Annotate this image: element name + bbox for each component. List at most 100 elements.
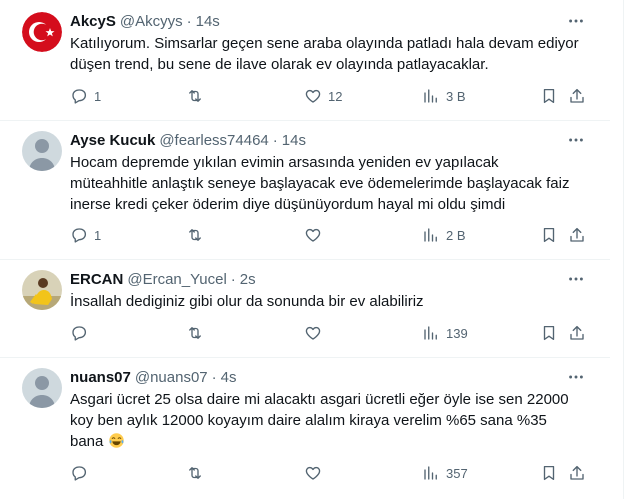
views-button[interactable]: 357 xyxy=(422,463,468,483)
retweet-icon xyxy=(189,467,201,479)
bookmark-button[interactable] xyxy=(540,323,558,343)
reply-thread: AkcyS @Akcyys · 14s Katılıyorum. Simsarl… xyxy=(0,0,624,499)
tweet-ayse-kucuk[interactable]: Ayse Kucuk @fearless74464 · 14s Hocam de… xyxy=(0,121,610,260)
display-name[interactable]: nuans07 xyxy=(70,369,131,386)
tweet-text: İnsallah dediginiz gibi olur da sonunda … xyxy=(70,291,600,312)
tweet-text-line: Hocam depremde yıkılan evimin arsasında … xyxy=(70,154,499,171)
timestamp[interactable]: 14s xyxy=(196,13,220,30)
tweet-text: Asgari ücret 25 olsa daire mi alacaktı a… xyxy=(70,389,600,452)
user-handle[interactable]: @Ercan_Yucel xyxy=(127,271,226,288)
display-name[interactable]: Ayse Kucuk xyxy=(70,132,155,149)
views-chart-icon xyxy=(424,228,437,242)
retweet-icon xyxy=(189,327,201,339)
timestamp[interactable]: 4s xyxy=(221,369,237,386)
tweet-akcys[interactable]: AkcyS @Akcyys · 14s Katılıyorum. Simsarl… xyxy=(0,0,610,121)
tweet-text-line: Asgari ücret 25 olsa daire mi alacaktı a… xyxy=(70,391,569,408)
bookmark-button[interactable] xyxy=(540,463,558,483)
tweet-header: nuans07 @nuans07 · 4s xyxy=(70,367,236,387)
tweet-text-line: müteahhitle anlaştık seneye başlayacak e… xyxy=(70,175,570,192)
reply-count: 1 xyxy=(94,227,102,243)
reply-count: 1 xyxy=(94,88,102,104)
retweet-button[interactable] xyxy=(186,463,210,483)
tweet-actions: 1 12 3 B xyxy=(70,86,590,106)
like-button[interactable] xyxy=(304,323,328,343)
like-button[interactable]: 12 xyxy=(304,86,342,106)
like-button[interactable] xyxy=(304,225,328,245)
avatar[interactable] xyxy=(22,270,62,310)
timestamp[interactable]: 14s xyxy=(282,132,306,149)
avatar[interactable] xyxy=(22,368,62,408)
views-chart-icon xyxy=(424,326,437,340)
separator-dot: · xyxy=(186,12,192,30)
views-count: 139 xyxy=(446,325,468,341)
separator-dot: · xyxy=(230,270,236,288)
reply-icon xyxy=(72,466,87,481)
share-icon xyxy=(570,325,584,340)
tweet-actions: 1 2 B xyxy=(70,225,590,245)
views-button[interactable]: 139 xyxy=(422,323,468,343)
user-handle[interactable]: @fearless74464 xyxy=(159,132,268,149)
more-options-button[interactable] xyxy=(566,367,586,387)
views-chart-icon xyxy=(424,89,437,103)
reply-icon xyxy=(72,326,87,341)
reply-button[interactable] xyxy=(70,323,94,343)
more-options-button[interactable] xyxy=(566,11,586,31)
bookmark-button[interactable] xyxy=(540,225,558,245)
more-dots-icon xyxy=(569,19,583,23)
more-dots-icon xyxy=(569,138,583,142)
display-name[interactable]: AkcyS xyxy=(70,13,116,30)
tweet-text-line: koy ben aylık 12000 koyayım daire alalım… xyxy=(70,412,547,429)
tweet-text-line: düşen trend, bu sene de ilave olarak ev … xyxy=(70,56,489,73)
views-button[interactable]: 3 B xyxy=(422,86,466,106)
more-dots-icon xyxy=(569,375,583,379)
retweet-button[interactable] xyxy=(186,225,210,245)
avatar[interactable] xyxy=(22,12,62,52)
share-icon xyxy=(570,227,584,242)
retweet-button[interactable] xyxy=(186,323,210,343)
timestamp[interactable]: 2s xyxy=(240,271,256,288)
tweet-actions: 357 xyxy=(70,463,590,483)
more-dots-icon xyxy=(569,277,583,281)
views-count: 357 xyxy=(446,465,468,481)
tweet-actions: 139 xyxy=(70,323,590,343)
views-button[interactable]: 2 B xyxy=(422,225,466,245)
user-handle[interactable]: @nuans07 xyxy=(135,369,208,386)
like-count: 12 xyxy=(328,88,343,104)
tweet-nuans07[interactable]: nuans07 @nuans07 · 4s Asgari ücret 25 ol… xyxy=(0,358,610,499)
share-button[interactable] xyxy=(568,86,586,106)
like-button[interactable] xyxy=(304,463,328,483)
retweet-button[interactable] xyxy=(186,86,210,106)
views-count: 2 B xyxy=(446,227,466,243)
tweet-text: Katılıyorum. Simsarlar geçen sene araba … xyxy=(70,33,600,75)
tweet-text-line-last: bana xyxy=(70,431,600,452)
tweet-text-line: Katılıyorum. Simsarlar geçen sene araba … xyxy=(70,35,579,52)
reply-button[interactable]: 1 xyxy=(70,225,101,245)
reply-icon xyxy=(72,89,87,104)
tweet-text-line: bana xyxy=(70,433,104,450)
separator-dot: · xyxy=(211,368,217,386)
user-handle[interactable]: @Akcyys xyxy=(120,13,183,30)
display-name[interactable]: ERCAN xyxy=(70,271,123,288)
heart-icon xyxy=(305,228,321,242)
bookmark-icon xyxy=(543,227,555,243)
more-options-button[interactable] xyxy=(566,269,586,289)
bookmark-button[interactable] xyxy=(540,86,558,106)
tweet-ercan[interactable]: ERCAN @Ercan_Yucel · 2s İnsallah dedigin… xyxy=(0,260,610,358)
heart-icon xyxy=(305,326,321,340)
reply-button[interactable]: 1 xyxy=(70,86,101,106)
bookmark-icon xyxy=(543,465,555,481)
share-button[interactable] xyxy=(568,323,586,343)
tweet-header: Ayse Kucuk @fearless74464 · 14s xyxy=(70,130,306,150)
avatar[interactable] xyxy=(22,131,62,171)
tweet-text-line: İnsallah dediginiz gibi olur da sonunda … xyxy=(70,293,424,310)
bookmark-icon xyxy=(543,325,555,341)
retweet-icon xyxy=(189,229,201,241)
reply-button[interactable] xyxy=(70,463,94,483)
reply-icon xyxy=(72,228,87,243)
share-button[interactable] xyxy=(568,225,586,245)
views-chart-icon xyxy=(424,466,437,480)
more-options-button[interactable] xyxy=(566,130,586,150)
views-count: 3 B xyxy=(446,88,466,104)
face-with-tears-of-joy-icon xyxy=(108,433,124,448)
share-button[interactable] xyxy=(568,463,586,483)
